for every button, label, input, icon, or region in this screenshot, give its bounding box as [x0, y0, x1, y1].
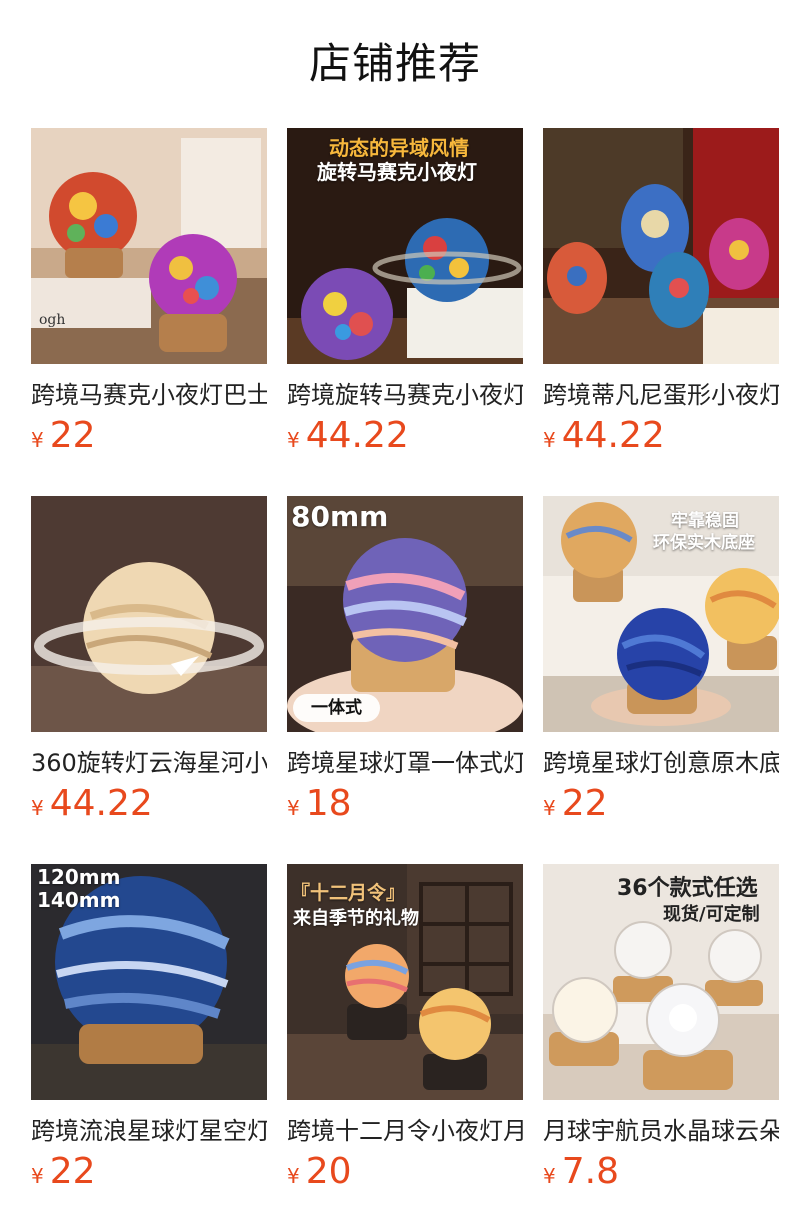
image-size-label: 80mm [291, 500, 389, 533]
price-amount: 22 [49, 1151, 96, 1192]
product-grid: ogh 跨境马赛克小夜灯巴士 ¥22 动态的异域风情 旋转马赛克小夜灯 跨境旋转… [0, 0, 790, 1232]
price-amount: 18 [305, 783, 352, 824]
price-amount: 44.22 [49, 783, 153, 824]
price-amount: 7.8 [561, 1151, 619, 1192]
price-amount: 22 [561, 783, 608, 824]
currency-symbol: ¥ [543, 796, 556, 820]
product-name[interactable]: 跨境流浪星球灯星空灯 [31, 1112, 267, 1150]
product-image[interactable]: 牢靠稳固 环保实木底座 [543, 496, 779, 732]
price-amount: 20 [305, 1151, 352, 1192]
image-badge: 一体式 [293, 694, 380, 722]
currency-symbol: ¥ [543, 428, 556, 452]
image-size-label: 140mm [37, 888, 121, 912]
product-image[interactable]: 80mm 一体式 [287, 496, 523, 732]
price-amount: 22 [49, 415, 96, 456]
product-image[interactable] [543, 128, 779, 364]
image-subheadline: 环保实木底座 [653, 533, 755, 553]
image-subheadline: 旋转马赛克小夜灯 [317, 160, 477, 184]
product-price: ¥7.8 [543, 1152, 619, 1192]
product-name[interactable]: 跨境蒂凡尼蛋形小夜灯 [543, 376, 779, 414]
price-amount: 44.22 [561, 415, 665, 456]
product-image[interactable] [31, 496, 267, 732]
product-name[interactable]: 月球宇航员水晶球云朵 [543, 1112, 779, 1150]
product-price: ¥44.22 [543, 416, 665, 456]
product-price: ¥20 [287, 1152, 352, 1192]
product-price: ¥44.22 [287, 416, 409, 456]
image-subheadline: 来自季节的礼物 [293, 908, 419, 929]
product-name[interactable]: 360旋转灯云海星河小 [31, 744, 267, 782]
currency-symbol: ¥ [31, 428, 44, 452]
currency-symbol: ¥ [287, 428, 300, 452]
currency-symbol: ¥ [287, 1164, 300, 1188]
product-image[interactable]: 『十二月令』 来自季节的礼物 [287, 864, 523, 1100]
currency-symbol: ¥ [31, 796, 44, 820]
product-price: ¥22 [31, 1152, 96, 1192]
image-size-label: 120mm [37, 865, 121, 889]
image-headline: 36个款式任选 [617, 876, 758, 901]
image-headline: 『十二月令』 [291, 882, 406, 904]
product-image[interactable]: 120mm 140mm [31, 864, 267, 1100]
product-image[interactable]: 36个款式任选 现货/可定制 [543, 864, 779, 1100]
product-name[interactable]: 跨境旋转马赛克小夜灯 [287, 376, 523, 414]
svg-text:ogh: ogh [39, 312, 65, 328]
product-image[interactable]: ogh [31, 128, 267, 364]
currency-symbol: ¥ [287, 796, 300, 820]
product-image[interactable]: 动态的异域风情 旋转马赛克小夜灯 [287, 128, 523, 364]
product-price: ¥22 [543, 784, 608, 824]
product-name[interactable]: 跨境马赛克小夜灯巴士 [31, 376, 267, 414]
product-price: ¥22 [31, 416, 96, 456]
image-subheadline: 现货/可定制 [663, 904, 760, 925]
product-price: ¥18 [287, 784, 352, 824]
currency-symbol: ¥ [543, 1164, 556, 1188]
product-name[interactable]: 跨境十二月令小夜灯月 [287, 1112, 523, 1150]
product-name[interactable]: 跨境星球灯创意原木底 [543, 744, 779, 782]
price-amount: 44.22 [305, 415, 409, 456]
currency-symbol: ¥ [31, 1164, 44, 1188]
product-name[interactable]: 跨境星球灯罩一体式灯 [287, 744, 523, 782]
product-price: ¥44.22 [31, 784, 153, 824]
